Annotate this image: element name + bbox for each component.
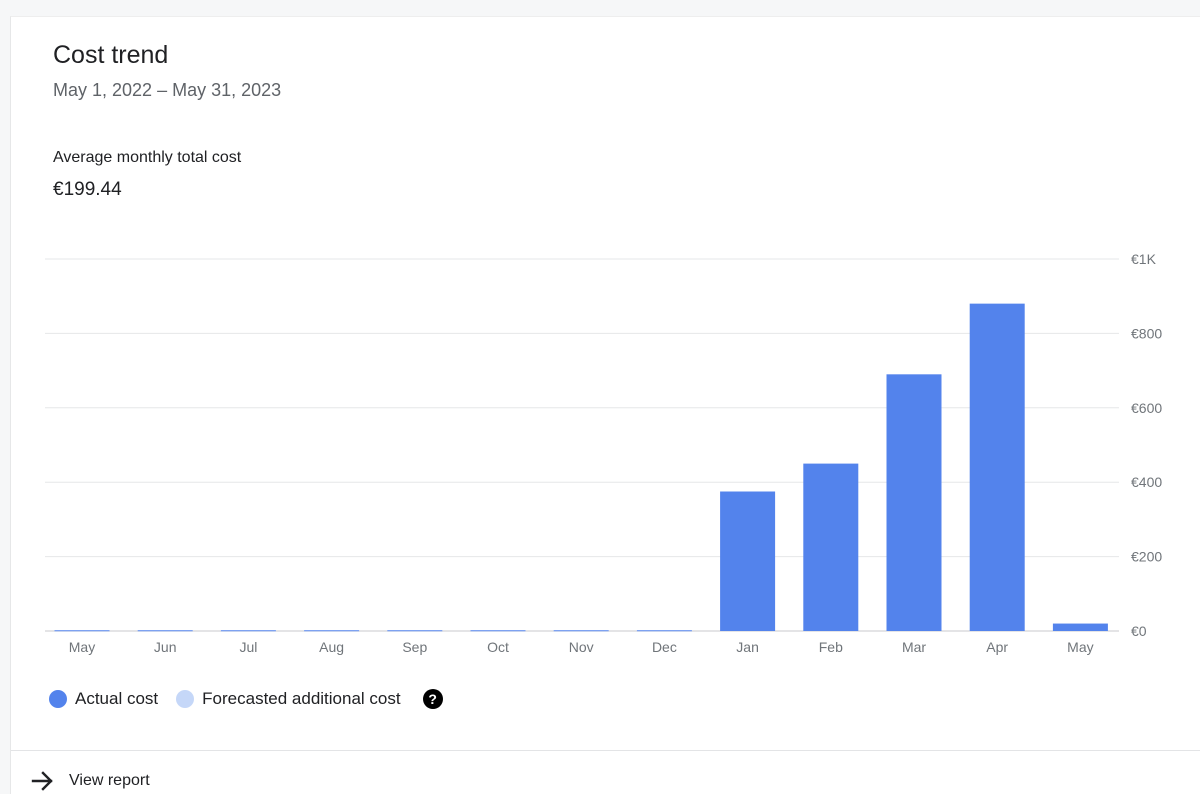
legend-item-actual: Actual cost xyxy=(49,689,158,709)
bar-actual-cost xyxy=(553,630,609,632)
x-tick-label: Jan xyxy=(736,639,759,655)
bar-actual-cost xyxy=(54,630,110,632)
bar-actual-cost xyxy=(304,630,360,632)
help-circle-icon[interactable]: ? xyxy=(422,689,443,709)
view-report-label: View report xyxy=(69,772,150,789)
cost-trend-chart: €0 €200 €400 €600 €800 €1K May Jun Jul Aug Sep Oct N… xyxy=(45,251,1162,655)
legend-label-actual: Actual cost xyxy=(75,689,159,708)
x-tick-label: Dec xyxy=(652,639,677,655)
x-tick-label: Aug xyxy=(319,639,344,655)
x-tick-label: Feb xyxy=(819,639,843,655)
bar-actual-cost xyxy=(387,630,443,632)
legend-label-forecast: Forecasted additional cost xyxy=(202,689,401,708)
bar-actual-cost xyxy=(470,630,526,632)
x-tick-label: Mar xyxy=(902,639,926,655)
legend-item-forecast: Forecasted additional cost xyxy=(176,689,401,709)
arrow-right-icon xyxy=(31,769,55,793)
y-tick-label: €400 xyxy=(1131,474,1162,490)
y-tick-label: €800 xyxy=(1131,325,1162,341)
x-tick-label: Jun xyxy=(154,639,177,655)
bar-actual-cost xyxy=(1052,623,1108,631)
bar-actual-cost xyxy=(636,630,692,632)
x-tick-label: May xyxy=(69,639,95,655)
cost-trend-card: Cost trend May 1, 2022 – May 31, 2023 Av… xyxy=(10,16,1200,794)
bar-actual-cost xyxy=(886,374,942,631)
bar-actual-cost xyxy=(803,463,859,631)
x-tick-label: May xyxy=(1067,639,1093,655)
x-tick-label: Jul xyxy=(239,639,257,655)
forecast-cost-swatch xyxy=(176,690,195,708)
y-tick-label: €200 xyxy=(1131,549,1162,565)
bar-actual-cost xyxy=(220,630,276,632)
y-tick-label: €0 xyxy=(1131,623,1147,639)
bar-actual-cost xyxy=(137,630,193,632)
bar-actual-cost xyxy=(969,303,1025,631)
x-tick-label: Sep xyxy=(402,639,427,655)
y-tick-label: €600 xyxy=(1131,400,1162,416)
x-tick-label: Apr xyxy=(986,639,1008,655)
view-report-link[interactable]: View report xyxy=(31,769,150,793)
footer-divider xyxy=(11,750,1200,751)
chart-legend: Actual cost Forecasted additional cost ? xyxy=(49,689,443,709)
x-tick-label: Oct xyxy=(487,639,509,655)
actual-cost-swatch xyxy=(49,690,67,708)
x-tick-label: Nov xyxy=(569,639,594,655)
bar-actual-cost xyxy=(720,491,776,631)
y-tick-label: €1K xyxy=(1131,251,1157,267)
